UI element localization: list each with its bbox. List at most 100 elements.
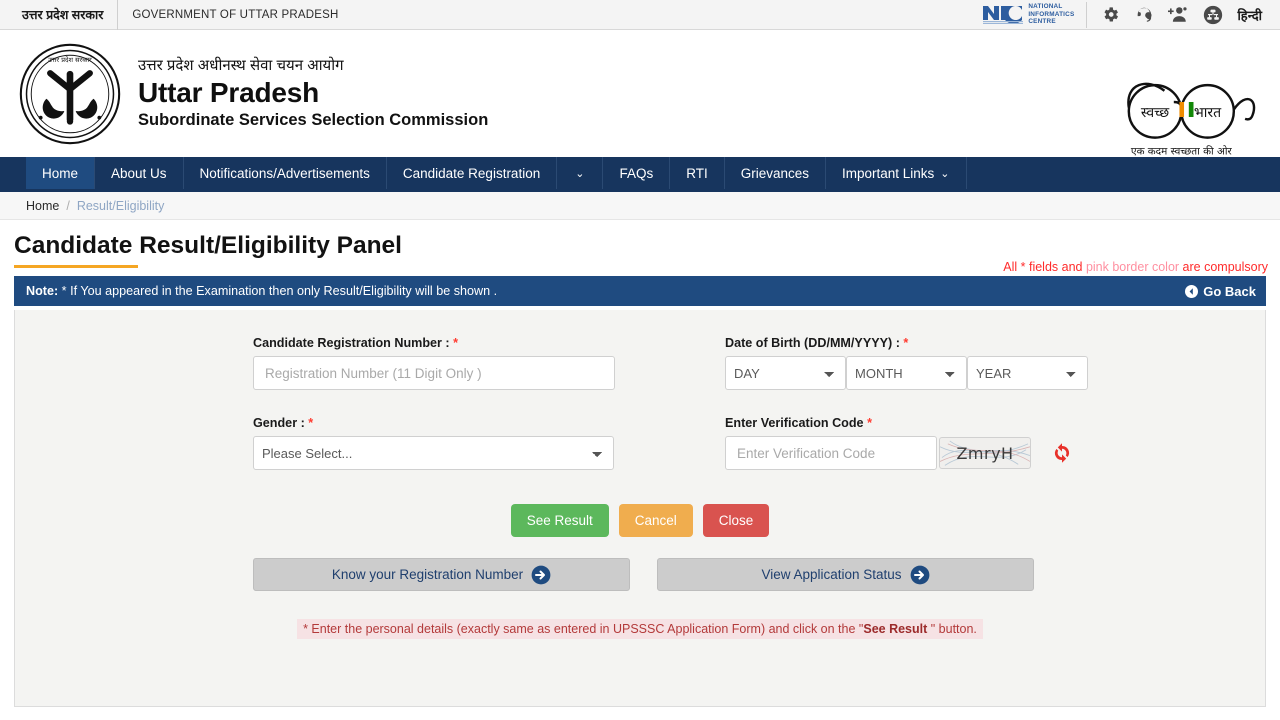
see-result-button[interactable]: See Result [510,504,609,537]
action-buttons: See Result Cancel Close [15,504,1265,537]
gender-select[interactable]: Please Select... [253,436,614,470]
gov-hindi-label: उत्तर प्रदेश सरकार [0,0,119,30]
site-masthead: उत्तर प्रदेश सरकार उत्तर प्रदेश अधीनस्थ … [0,30,1280,158]
compulsory-pink: pink border color [1085,260,1180,274]
masthead-main-title: Uttar Pradesh [138,77,320,108]
compulsory-fields-note: All * fields and pink border color are c… [1003,260,1268,274]
headset-icon[interactable] [1134,5,1154,24]
dob-selects: DAY MONTH YEAR [725,356,1142,390]
nav-item-label: Home [42,165,79,181]
verification-code-label: Enter Verification Code * [725,416,1142,430]
registration-number-group: Candidate Registration Number : * [253,336,670,390]
nav-item-dropdown[interactable]: ⌄ [557,157,604,189]
secondary-buttons: Know your Registration Number View Appli… [15,558,1265,591]
language-toggle-hindi[interactable]: हिन्दी [1237,6,1262,24]
go-back-button[interactable]: Go Back [1185,284,1256,299]
masthead-titles: उत्तर प्रदेश अधीनस्थ सेवा चयन आयोग Uttar… [138,56,488,131]
know-registration-number-label: Know your Registration Number [331,567,524,582]
masthead-hindi-title: उत्तर प्रदेश अधीनस्थ सेवा चयन आयोग [138,57,344,74]
footer-note-post: button. [935,622,977,636]
nav-item-label: Grievances [740,165,809,181]
nav-item-notifications-advertisements[interactable]: Notifications/Advertisements [184,157,387,189]
note-text: * If You appeared in the Examination the… [58,284,498,298]
footer-note-pre: * Enter the personal details (exactly sa… [303,622,859,636]
footer-note-quote-close: " [927,622,936,636]
nav-item-grievances[interactable]: Grievances [725,157,826,189]
registration-number-label-text: Candidate Registration Number : [253,336,450,350]
nav-item-faqs[interactable]: FAQs [603,157,671,189]
nav-item-about-us[interactable]: About Us [95,157,184,189]
breadcrumb-current: Result/Eligibility [76,198,165,213]
page-title: Candidate Result/Eligibility Panel [14,232,402,259]
footer-instruction-note: * Enter the personal details (exactly sa… [297,619,983,639]
nic-line-3: CENTRE [1028,18,1056,26]
dob-day-select[interactable]: DAY [725,356,846,390]
swachh-word-1: स्वच्छ [1141,105,1170,121]
captcha-text: ZmryH [956,443,1014,463]
gender-label: Gender : * [253,416,670,430]
verification-code-label-text: Enter Verification Code [725,416,864,430]
nic-line-1: NATIONAL [1028,3,1063,11]
verification-code-input[interactable] [725,436,937,470]
breadcrumb-separator: / [66,198,70,213]
nic-logo[interactable]: NATIONAL INFORMATICS CENTRE [983,1,1088,28]
uttar-pradesh-emblem: उत्तर प्रदेश सरकार [19,43,121,144]
breadcrumb-home[interactable]: Home [26,199,59,213]
nic-wordmark: NATIONAL INFORMATICS CENTRE [1028,3,1074,25]
required-asterisk: * [867,416,872,430]
view-application-status-label: View Application Status [761,567,902,582]
page-title-row: Candidate Result/Eligibility Panel All *… [0,220,1280,276]
captcha-image: ZmryH [939,437,1031,469]
verification-code-group: Enter Verification Code * Enter Verifica… [725,416,1142,470]
form-panel: Candidate Registration Number : * Date o… [14,310,1266,707]
date-of-birth-label: Date of Birth (DD/MM/YYYY) : * [725,336,1142,350]
title-underline [14,265,138,268]
required-asterisk: * [903,336,909,350]
refresh-captcha-icon[interactable] [1050,441,1074,465]
chevron-down-icon: ⌄ [940,167,950,180]
gov-utility-icons: NATIONAL INFORMATICS CENTRE हिन्दी [983,0,1270,30]
nav-item-label: RTI [686,165,708,181]
registration-number-label: Candidate Registration Number : * [253,336,670,350]
date-of-birth-group: Date of Birth (DD/MM/YYYY) : * DAY MONTH… [725,336,1142,390]
footer-note-bold: See Result [863,622,928,636]
required-asterisk: * [453,336,459,350]
dob-year-select[interactable]: YEAR [967,356,1088,390]
masthead-sub-title: Subordinate Services Selection Commissio… [138,111,489,129]
date-of-birth-label-text: Date of Birth (DD/MM/YYYY) : [725,336,900,350]
note-label: Note: [26,284,59,298]
nav-item-label: About Us [111,165,167,181]
swachh-word-2: भारत [1194,105,1222,121]
nic-line-2: INFORMATICS [1028,10,1075,18]
nav-item-label: Notifications/Advertisements [199,165,370,181]
go-back-label: Go Back [1203,283,1256,299]
nav-item-home[interactable]: Home [26,157,96,189]
arrow-right-circle-icon [910,565,929,584]
result-eligibility-form: Candidate Registration Number : * Date o… [15,310,1265,639]
nav-item-candidate-registration[interactable]: Candidate Registration [387,157,558,189]
gov-identity: उत्तर प्रदेश सरकार GOVERNMENT OF UTTAR P… [0,0,339,30]
nav-item-rti[interactable]: RTI [670,157,725,189]
note-bar: Note: * If You appeared in the Examinati… [14,276,1266,306]
registration-number-input[interactable] [253,356,615,390]
accessibility-icon[interactable] [1203,5,1223,25]
chevron-down-icon: ⌄ [575,167,585,180]
compulsory-pre: All * fields and [1003,260,1086,274]
gender-label-text: Gender : [253,416,305,430]
gear-icon[interactable] [1101,5,1120,24]
nav-item-important-links[interactable]: Important Links ⌄ [826,157,967,189]
add-user-icon[interactable] [1168,5,1189,24]
close-button[interactable]: Close [702,504,770,537]
arrow-right-circle-icon [531,565,551,584]
main-navigation: Home About Us Notifications/Advertisements… [0,157,1280,192]
dob-month-select[interactable]: MONTH [846,356,967,390]
form-row-2: Gender : * Please Select... Enter Verifi… [15,416,1265,470]
cancel-button[interactable]: Cancel [618,504,693,537]
required-asterisk: * [308,416,314,430]
government-top-bar: उत्तर प्रदेश सरकार GOVERNMENT OF UTTAR P… [0,0,1280,30]
view-application-status-button[interactable]: View Application Status [657,558,1034,591]
svg-text:उत्तर प्रदेश सरकार: उत्तर प्रदेश सरकार [48,55,92,63]
swachh-tagline: एक कदम स्वच्छता की ओर [1131,145,1233,158]
know-registration-number-button[interactable]: Know your Registration Number [253,558,630,591]
compulsory-post: are compulsory [1179,260,1268,274]
